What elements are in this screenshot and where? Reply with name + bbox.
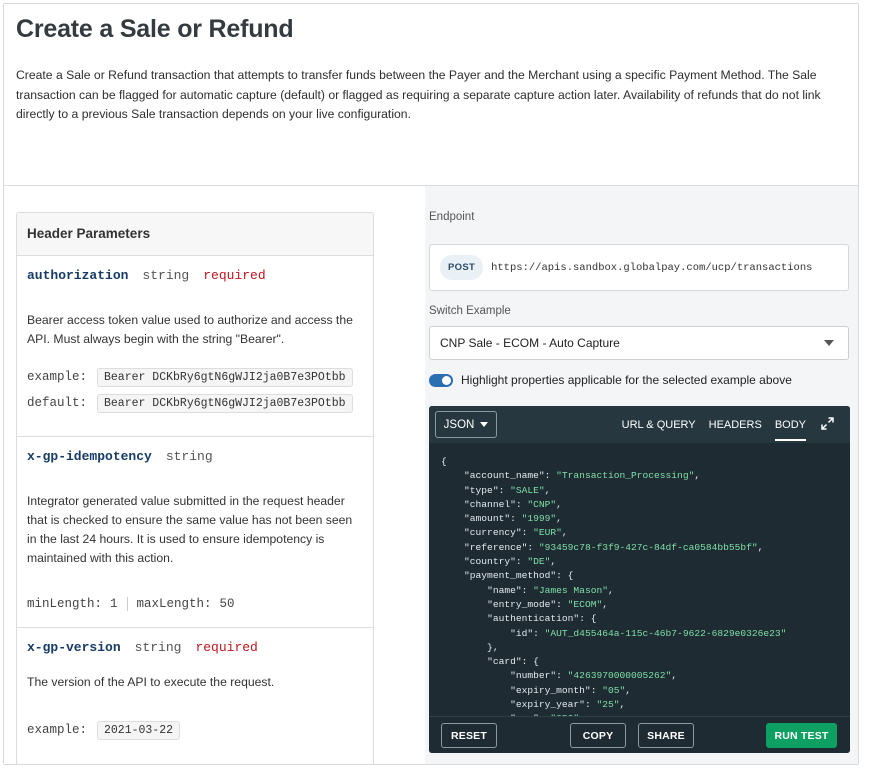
expand-icon[interactable]	[821, 417, 834, 430]
request-body-code[interactable]: { "account_name": "Transaction_Processin…	[429, 443, 850, 716]
switch-example-value: CNP Sale - ECOM - Auto Capture	[440, 336, 620, 350]
console-footer: RESET COPY SHARE RUN TEST	[429, 716, 850, 753]
page-description: Create a Sale or Refund transaction that…	[16, 68, 821, 121]
page-title: Create a Sale or Refund	[16, 15, 294, 43]
param-example: example: Bearer DCKbRy6gtN6gWJI2ja0B7e3P…	[27, 366, 363, 388]
code-line: "currency": "EUR",	[464, 527, 568, 539]
param-required: required	[203, 267, 266, 283]
chevron-down-icon	[480, 422, 489, 427]
param-description: Bearer access token value used to author…	[27, 313, 353, 346]
header-parameters-title: Header Parameters	[17, 213, 373, 256]
param-type: string	[142, 267, 190, 283]
code-line: "payment_method": {	[464, 570, 574, 582]
code-line: "id": "AUT_d455464a-115c-46b7-9622-6829e…	[510, 627, 787, 639]
param-description: The version of the API to execute the re…	[27, 675, 275, 689]
switch-example-select[interactable]: CNP Sale - ECOM - Auto Capture	[429, 326, 849, 360]
param-type: string	[165, 448, 213, 464]
example-value[interactable]: Bearer DCKbRy6gtN6gWJI2ja0B7e3POtbb	[97, 367, 353, 387]
run-test-button[interactable]: RUN TEST	[766, 723, 837, 748]
page-frame: Create a Sale or Refund Create a Sale or…	[3, 3, 859, 765]
default-value[interactable]: Bearer DCKbRy6gtN6gWJI2ja0B7e3POtbb	[97, 393, 353, 413]
code-line: "expiry_month": "05",	[510, 684, 632, 696]
reset-button[interactable]: RESET	[441, 723, 497, 748]
share-button[interactable]: SHARE	[638, 723, 694, 748]
code-line: "card": {	[487, 656, 539, 668]
param-x-gp-idempotency: x-gp-idempotency string Integrator gener…	[17, 437, 373, 628]
request-console: JSON URL & QUERY HEADERS BODY { "account…	[429, 406, 850, 753]
copy-button[interactable]: COPY	[570, 723, 626, 748]
example-value[interactable]: 2021-03-22	[97, 720, 181, 740]
code-line: "expiry_year": "25",	[510, 699, 626, 711]
code-line: "country": "DE",	[464, 556, 557, 568]
tab-headers[interactable]: HEADERS	[709, 419, 762, 431]
min-length-label: minLength:	[27, 597, 103, 611]
format-dropdown[interactable]: JSON	[435, 411, 497, 438]
code-line: "authentication": {	[487, 613, 597, 625]
param-name: x-gp-idempotency	[27, 448, 152, 464]
param-authorization: authorization string required Bearer acc…	[17, 256, 373, 437]
switch-example-label: Switch Example	[429, 305, 511, 317]
param-required: required	[195, 639, 258, 655]
code-line: },	[441, 641, 499, 653]
param-name: x-gp-version	[27, 639, 121, 655]
default-label: default:	[27, 396, 88, 410]
endpoint-box: POST https://apis.sandbox.globalpay.com/…	[429, 244, 849, 291]
console-toolbar: JSON URL & QUERY HEADERS BODY	[429, 406, 850, 443]
param-name: authorization	[27, 267, 129, 283]
code-line: "entry_mode": "ECOM",	[487, 598, 608, 610]
tab-body[interactable]: BODY	[774, 419, 806, 441]
console-tabs: URL & QUERY HEADERS BODY	[622, 406, 806, 443]
param-constraints: minLength: 1 maxLength: 50	[27, 595, 363, 613]
code-line: "amount": "1999",	[464, 513, 562, 525]
max-length-value: 50	[219, 597, 235, 611]
highlight-toggle-label: Highlight properties applicable for the …	[461, 373, 792, 387]
tab-url-query[interactable]: URL & QUERY	[622, 419, 696, 431]
code-line: "number": "4263970000005262",	[510, 670, 678, 682]
param-example: example: 2021-03-22	[27, 719, 363, 741]
param-x-gp-version: x-gp-version string required The version…	[17, 628, 373, 764]
chevron-down-icon	[824, 340, 834, 346]
endpoint-url[interactable]: https://apis.sandbox.globalpay.com/ucp/t…	[491, 262, 812, 274]
max-length-label: maxLength:	[136, 597, 212, 611]
code-line: "account_name": "Transaction_Processing"…	[464, 470, 701, 482]
code-line: "type": "SALE",	[464, 484, 551, 496]
param-type: string	[134, 639, 182, 655]
endpoint-label: Endpoint	[429, 211, 475, 223]
example-label: example:	[27, 370, 88, 384]
param-description: Integrator generated value submitted in …	[27, 494, 353, 565]
header-parameters-card: Header Parameters authorization string r…	[16, 212, 374, 764]
code-line: "channel": "CNP",	[464, 498, 562, 510]
constraint-separator	[126, 597, 128, 611]
http-method-badge: POST	[440, 255, 484, 280]
code-line: "name": "James Mason",	[487, 584, 614, 596]
param-default: default: Bearer DCKbRy6gtN6gWJI2ja0B7e3P…	[27, 392, 363, 414]
code-line: "reference": "93459c78-f3f9-427c-84df-ca…	[464, 541, 764, 553]
highlight-toggle-row: Highlight properties applicable for the …	[429, 373, 792, 387]
toggle-knob	[442, 375, 451, 385]
highlight-toggle[interactable]	[429, 373, 453, 387]
api-explorer-panel: Endpoint POST https://apis.sandbox.globa…	[425, 186, 858, 764]
code-line: {	[441, 456, 447, 467]
format-label: JSON	[443, 418, 475, 431]
min-length-value: 1	[110, 597, 118, 611]
example-label: example:	[27, 723, 88, 737]
